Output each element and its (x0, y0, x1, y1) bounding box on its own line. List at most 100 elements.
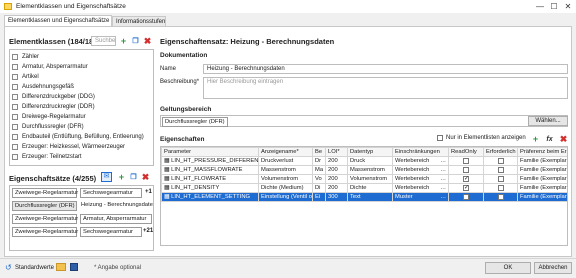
loi-cell[interactable]: 200 (325, 183, 348, 193)
required-checkbox[interactable] (497, 184, 504, 191)
reset-icon[interactable]: ↺ (5, 263, 12, 272)
datatype-cell[interactable]: Text (347, 192, 393, 202)
delete-set-icon[interactable]: ✖ (141, 173, 150, 182)
ok-button[interactable]: OK (485, 262, 531, 274)
more-icon[interactable]: … (440, 194, 446, 200)
be-cell[interactable]: Vo (312, 174, 326, 184)
list-item[interactable]: Dreiwege-Regelarmatur (12, 112, 86, 121)
set-tag[interactable]: Sechswegearmatur (80, 188, 142, 198)
be-cell[interactable]: Ma (312, 165, 326, 175)
only-used-checkbox[interactable] (437, 135, 443, 141)
formula-icon[interactable]: fx (545, 135, 554, 144)
table-row[interactable]: ▦ LIN_HT_MASSFLOWRATE Massenstrom Ma 200 Mas… (161, 165, 567, 175)
param-cell[interactable]: ▦ LIN_HT_MASSFLOWRATE (161, 165, 259, 175)
set-tag[interactable]: Sechswegearmatur (80, 227, 142, 237)
param-cell[interactable]: ▦ LIN_HT_PRESSURE_DIFFERENCE (161, 156, 259, 166)
delete-property-icon[interactable]: ✖ (559, 135, 568, 144)
mail-icon[interactable]: ✉ (101, 172, 112, 182)
display-name-cell[interactable]: Einstellung (Ventil oder (258, 192, 313, 202)
more-icon[interactable]: … (440, 176, 446, 182)
readonly-cell[interactable] (448, 156, 484, 166)
required-checkbox[interactable] (497, 166, 504, 173)
list-item[interactable]: Armatur, Absperrarmatur (12, 62, 88, 71)
list-item[interactable]: Zähler (12, 52, 39, 61)
more-icon[interactable]: … (440, 185, 446, 191)
column-header[interactable]: Präferenz beim Erstell (517, 147, 567, 157)
loi-cell[interactable]: 200 (325, 174, 348, 184)
required-checkbox[interactable] (497, 175, 504, 182)
datatype-cell[interactable]: Dichte (347, 183, 393, 193)
preference-cell[interactable]: Familie (Exemplar)▾ (517, 174, 567, 184)
loi-cell[interactable]: 200 (325, 165, 348, 175)
list-item[interactable]: Endbauteil (Entlüftung, Befüllung, Entle… (12, 132, 144, 141)
list-item[interactable]: Differenzdruckgeber (DDG) (12, 92, 95, 101)
set-name[interactable]: Heizung - Berechnungsdaten (81, 202, 153, 208)
list-item[interactable]: Erzeuger: Teilnetzstart (12, 152, 82, 161)
maximize-button[interactable]: ☐ (548, 1, 560, 12)
required-cell[interactable] (483, 192, 518, 202)
column-header[interactable]: Be (312, 147, 326, 157)
set-tag[interactable]: Zweiwege-Regelarmatur (12, 214, 78, 224)
preference-cell[interactable]: Familie (Exemplar)▾ (517, 192, 567, 202)
preference-cell[interactable]: Familie (Exemplar)▾ (517, 183, 567, 193)
be-cell[interactable]: Dr (312, 156, 326, 166)
list-item[interactable]: Differenzdruckregler (DDR) (12, 102, 95, 111)
minimize-button[interactable]: — (534, 1, 546, 12)
display-name-cell[interactable]: Volumenstrom (258, 174, 313, 184)
classes-search-input[interactable]: Suchbeg (91, 36, 116, 46)
table-row[interactable]: ▦ LIN_HT_FLOWRATE Volumenstrom Vo 200 Volume… (161, 174, 567, 184)
be-cell[interactable]: Ei (312, 192, 326, 202)
param-cell[interactable]: ▦ LIN_HT_FLOWRATE (161, 174, 259, 184)
choose-button[interactable]: Wählen... (528, 116, 568, 126)
readonly-checkbox[interactable] (463, 157, 469, 164)
set-tag[interactable]: Zweiwege-Regelarmatur (12, 227, 78, 237)
add-set-icon[interactable]: + (117, 173, 126, 182)
description-field[interactable]: Hier Beschreibung eintragen (203, 77, 568, 99)
required-cell[interactable] (483, 156, 518, 166)
delete-class-icon[interactable]: ✖ (143, 37, 152, 46)
column-header[interactable]: Anzeigename* (258, 147, 313, 157)
required-cell[interactable] (483, 165, 518, 175)
readonly-checkbox[interactable] (463, 176, 469, 182)
restriction-cell[interactable]: Wertebereich… (392, 165, 449, 175)
readonly-cell[interactable] (448, 192, 484, 202)
scope-tag[interactable]: Durchflussregler (DFR) (162, 117, 228, 127)
readonly-cell[interactable] (448, 165, 484, 175)
datatype-cell[interactable]: Volumenstrom (347, 174, 393, 184)
set-tag[interactable]: Durchflussregler (DFR) (12, 201, 77, 211)
column-header[interactable]: Parameter (161, 147, 259, 157)
datatype-cell[interactable]: Massenstrom (347, 165, 393, 175)
set-tag[interactable]: Armatur, Absperrarmatur (80, 214, 152, 224)
loi-cell[interactable]: 200 (325, 156, 348, 166)
table-row[interactable]: ▦ LIN_HT_PRESSURE_DIFFERENCE Druckverlust… (161, 156, 567, 166)
close-button[interactable]: ✕ (562, 1, 574, 12)
restriction-cell[interactable]: Wertebereich… (392, 156, 449, 166)
name-field[interactable]: Heizung - Berechnungsdaten (203, 64, 568, 74)
required-checkbox[interactable] (497, 157, 504, 164)
list-item[interactable]: Artikel (12, 72, 39, 81)
datatype-cell[interactable]: Druck (347, 156, 393, 166)
param-cell[interactable]: ▦ LIN_HT_DENSITY (161, 183, 259, 193)
cancel-button[interactable]: Abbrechen (534, 262, 572, 274)
column-header[interactable]: Datentyp (347, 147, 393, 157)
be-cell[interactable]: Di (312, 183, 326, 193)
required-cell[interactable] (483, 183, 518, 193)
list-item[interactable]: Ausdehnungsgefäß (12, 82, 74, 91)
loi-cell[interactable]: 300 (325, 192, 348, 202)
list-item[interactable]: Durchflussregler (DFR) (12, 122, 84, 131)
restriction-cell[interactable]: Wertebereich… (392, 174, 449, 184)
list-item[interactable]: Erzeuger: Heizkessel, Wärmeerzeuger (12, 142, 125, 151)
readonly-checkbox[interactable] (463, 185, 469, 191)
table-row[interactable]: ▦ LIN_HT_ELEMENT_SETTING Einstellung (Ven… (161, 192, 567, 202)
readonly-checkbox[interactable] (463, 166, 469, 173)
table-row[interactable]: ▦ LIN_HT_DENSITY Dichte (Medium) Di 200 Dich… (161, 183, 567, 193)
column-header[interactable]: LOI* (325, 147, 348, 157)
required-checkbox[interactable] (497, 193, 504, 200)
more-icon[interactable]: … (440, 167, 446, 173)
restriction-cell[interactable]: Muster… (392, 192, 449, 202)
copy-class-icon[interactable]: ❐ (131, 37, 140, 46)
display-name-cell[interactable]: Massenstrom (258, 165, 313, 175)
readonly-cell[interactable] (448, 174, 484, 184)
readonly-cell[interactable] (448, 183, 484, 193)
column-header[interactable]: Einschränkungen (392, 147, 449, 157)
